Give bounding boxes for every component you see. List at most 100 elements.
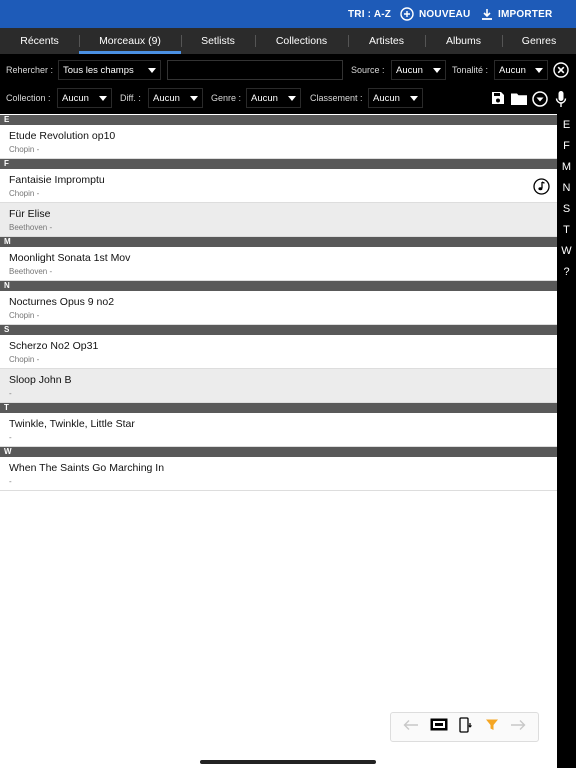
song-artist: Beethoven - [9,267,53,276]
genre-label: Genre : [211,93,242,103]
collection-select[interactable]: Aucun [57,88,112,108]
list-item[interactable]: Etude Revolution op10 Chopin - [0,125,557,159]
index-letter[interactable]: F [557,135,576,156]
music-note-icon[interactable] [533,178,550,200]
tab-label: Artistes [368,35,404,47]
tab-collections[interactable]: Collections [255,28,348,54]
list-item[interactable]: Nocturnes Opus 9 no2 Chopin - [0,291,557,325]
tab-label: Morceaux (9) [99,35,161,47]
song-artist: - [9,477,12,486]
tab-bar: Récents Morceaux (9) Setlists Collection… [0,28,576,54]
search-scope-select[interactable]: Tous les champs [58,60,161,80]
arrow-left-icon[interactable] [403,718,419,736]
rating-select[interactable]: Aucun [368,88,423,108]
difficulty-select[interactable]: Aucun [148,88,203,108]
section-header: N [0,281,557,291]
song-title: When The Saints Go Marching In [9,462,165,474]
song-title: Nocturnes Opus 9 no2 [9,296,115,308]
rating-label: Classement : [310,93,363,103]
list-item[interactable]: Für Elise Beethoven - [0,203,557,237]
caret-down-icon [433,68,441,73]
list-item[interactable]: Moonlight Sonata 1st Mov Beethoven - [0,247,557,281]
tab-label: Setlists [201,35,235,47]
plus-circle-icon [400,7,414,21]
list-item[interactable]: Fantaisie Impromptu Chopin - [0,169,557,203]
arrow-right-icon[interactable] [510,718,526,736]
new-button[interactable]: NOUVEAU [400,0,470,28]
screen-capture-icon[interactable] [430,718,448,736]
index-letter[interactable]: T [557,219,576,240]
save-icon[interactable] [490,90,506,106]
import-button[interactable]: IMPORTER [481,0,552,28]
caret-down-icon [410,96,418,101]
sort-button[interactable]: TRI : A-Z [348,0,391,28]
index-letter[interactable]: E [557,114,576,135]
rating-value: Aucun [373,92,400,104]
tab-albums[interactable]: Albums [425,28,502,54]
list-item[interactable]: Scherzo No2 Op31 Chopin - [0,335,557,369]
tab-label: Récents [20,35,59,47]
filter-panel: Rehercher : Tous les champs Source : Auc… [0,54,576,114]
tab-morceaux[interactable]: Morceaux (9) [79,28,181,54]
download-icon [481,8,493,21]
list-item[interactable]: Sloop John B - [0,369,557,403]
list-item[interactable]: Twinkle, Twinkle, Little Star - [0,413,557,447]
tab-recents[interactable]: Récents [0,28,79,54]
index-letter[interactable]: S [557,198,576,219]
song-artist: Beethoven - [9,223,53,232]
song-title: Fantaisie Impromptu [9,174,105,186]
tab-label: Collections [275,35,328,47]
song-list: E Etude Revolution op10 Chopin - F Fanta… [0,115,557,491]
song-title: Sloop John B [9,374,72,386]
key-label: Tonalité : [452,65,489,75]
section-header: F [0,159,557,169]
genre-select[interactable]: Aucun [246,88,301,108]
song-artist: Chopin - [9,311,40,320]
source-select[interactable]: Aucun [391,60,446,80]
key-select[interactable]: Aucun [494,60,548,80]
caret-down-icon [99,96,107,101]
collection-label: Collection : [6,93,51,103]
key-value: Aucun [499,64,526,76]
song-title: Für Elise [9,208,51,220]
song-title: Etude Revolution op10 [9,130,116,142]
device-rotate-icon[interactable] [459,716,473,738]
tab-label: Albums [445,35,481,47]
search-label: Rehercher : [6,65,54,75]
index-letter[interactable]: N [557,177,576,198]
source-value: Aucun [396,64,423,76]
index-letter[interactable]: M [557,156,576,177]
tab-genres[interactable]: Genres [502,28,576,54]
list-item[interactable]: When The Saints Go Marching In - [0,457,557,491]
section-header: W [0,447,557,457]
sort-label: TRI : A-Z [348,8,392,20]
song-artist: Chopin - [9,355,40,364]
folder-icon[interactable] [510,90,528,106]
caret-down-icon [535,68,543,73]
song-title: Twinkle, Twinkle, Little Star [9,418,135,430]
song-artist: - [9,433,12,442]
song-artist: - [9,389,12,398]
caret-down-icon [148,68,156,73]
tab-label: Genres [521,35,557,47]
close-circle-icon[interactable] [552,61,570,79]
index-letter[interactable]: W [557,240,576,261]
tab-setlists[interactable]: Setlists [181,28,255,54]
collection-value: Aucun [62,92,89,104]
filter-icon[interactable] [485,718,499,737]
genre-value: Aucun [251,92,278,104]
caret-down-icon [288,96,296,101]
bottom-toolbar [390,712,539,742]
microphone-icon[interactable] [553,89,569,109]
search-scope-value: Tous les champs [63,64,134,76]
search-input[interactable] [167,60,343,80]
section-header: M [0,237,557,247]
index-letter[interactable]: ? [557,261,576,282]
home-indicator[interactable] [200,760,376,764]
section-header: T [0,403,557,413]
caret-down-icon [190,96,198,101]
import-label: IMPORTER [498,8,553,20]
tab-artistes[interactable]: Artistes [348,28,425,54]
chevron-down-circle-icon[interactable] [531,90,549,108]
song-title: Scherzo No2 Op31 [9,340,99,352]
